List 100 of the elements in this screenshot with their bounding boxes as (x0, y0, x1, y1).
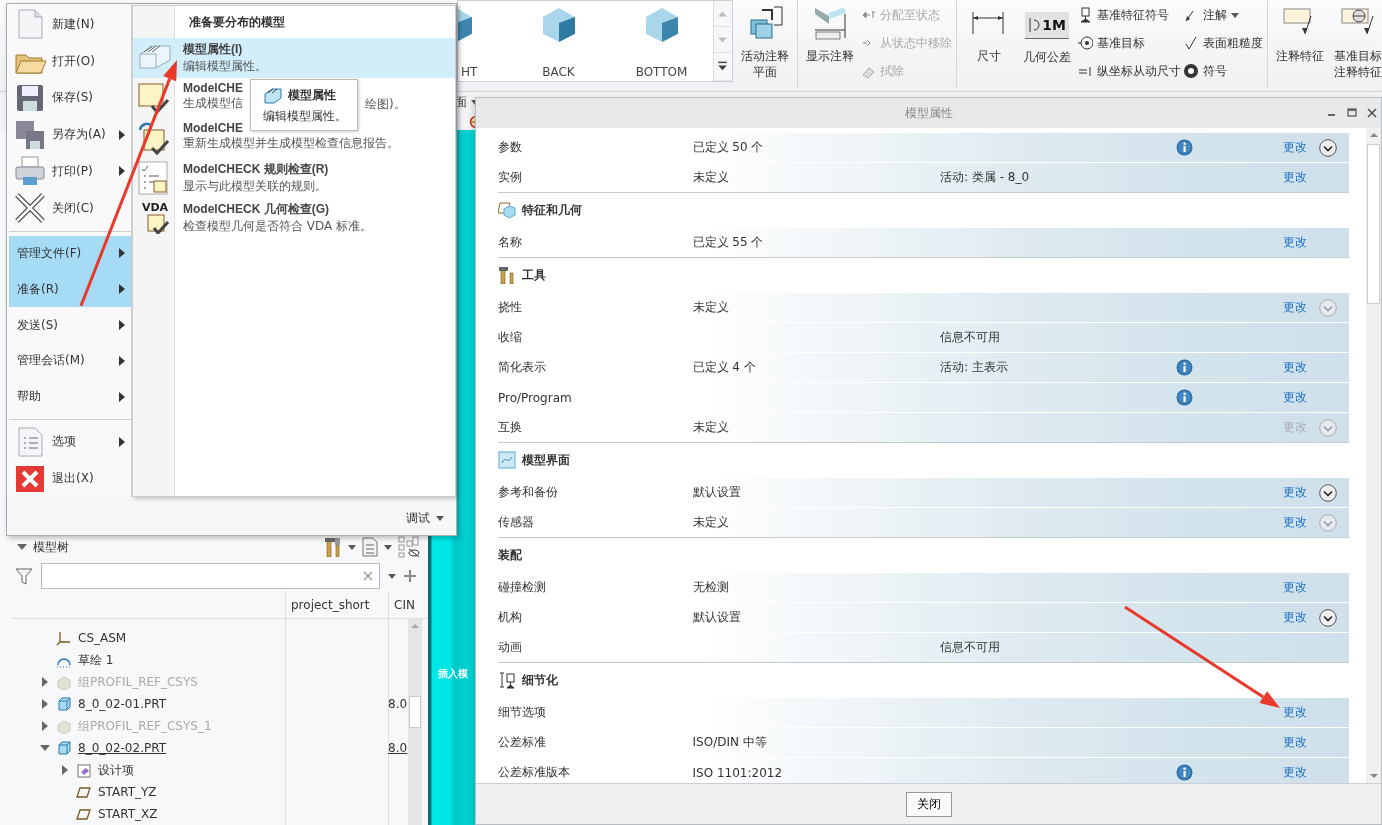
menu-item[interactable]: 帮助 (9, 378, 131, 415)
expand-icon[interactable] (1319, 138, 1338, 157)
change-link[interactable]: 更改 (1283, 580, 1308, 594)
dropdown-icon (388, 573, 396, 579)
menu-item[interactable]: 模型属性(I) 编辑模型属性。 (133, 38, 455, 78)
ribbon-button[interactable]: 注释特征 (1272, 0, 1328, 88)
ribbon-button[interactable]: 符号 (1183, 60, 1263, 82)
menu-item[interactable]: 管理会话(M) (9, 342, 131, 379)
change-link[interactable]: 更改 (1283, 610, 1308, 624)
caret-icon (1231, 12, 1239, 18)
menu-item[interactable]: 打开(O) (9, 42, 131, 80)
scrollbar[interactable] (408, 619, 422, 825)
property-label: 挠性 (498, 300, 522, 314)
property-label: 参数 (498, 140, 522, 154)
tree-item[interactable]: 设计项 (98, 761, 134, 779)
debug-dropdown[interactable]: 调试 (406, 510, 444, 527)
property-value: 默认设置 (692, 610, 741, 624)
menu-item[interactable]: 保存(S) (9, 79, 131, 117)
property-label: 公差标准 (498, 735, 546, 749)
tree-item[interactable]: 8_0_02-02.PRT (78, 741, 166, 755)
scrollbar[interactable] (1366, 128, 1381, 783)
property-label: 碰撞检测 (498, 580, 546, 594)
filter-icon (15, 567, 33, 585)
ribbon-button[interactable]: 活动注释平面 (737, 0, 793, 88)
menu-item[interactable]: 另存为(A) (9, 116, 131, 154)
change-link[interactable]: 更改 (1283, 360, 1308, 374)
table-cell: 8.0 (388, 741, 408, 755)
menu-item[interactable]: 发送(S) (9, 307, 131, 343)
folder-icon (76, 762, 92, 778)
menu-item[interactable]: 管理文件(F) (9, 235, 131, 272)
view-orientation-item[interactable]: BACK (507, 1, 610, 81)
ribbon-button[interactable]: 基准特征符号 (1077, 4, 1181, 26)
expand-icon[interactable] (40, 699, 50, 709)
ribbon-button[interactable]: 基准目标 (1077, 32, 1181, 54)
tree-item[interactable]: 草绘 1 (78, 651, 114, 669)
menu-item[interactable]: 退出(X) (9, 460, 131, 498)
menu-item[interactable]: 关闭(C) (9, 189, 131, 227)
tree-filter-icon (398, 536, 420, 558)
tree-item[interactable]: CS_ASM (78, 631, 127, 645)
model-interface-icon (498, 451, 516, 469)
ribbon-button[interactable]: 显示注释 (802, 0, 858, 88)
ribbon-button[interactable]: 1M 几何公差 (1019, 0, 1075, 88)
menu-item[interactable]: ModelCHE 生成模型信 (175, 78, 243, 118)
change-link[interactable]: 更改 (1283, 765, 1308, 779)
expand-icon[interactable] (60, 765, 70, 775)
expand-icon[interactable] (1319, 608, 1338, 627)
check-icon (136, 80, 172, 116)
change-link[interactable]: 更改 (1283, 485, 1308, 499)
tools-icon (498, 266, 516, 284)
submenu-arrow-icon (119, 436, 125, 447)
ribbon-button[interactable]: 尺寸 (961, 0, 1017, 88)
model-properties-icon (263, 86, 283, 104)
tree-item[interactable]: 8_0_02-01.PRT (78, 697, 166, 711)
menu-item[interactable]: 打印(P) (9, 153, 131, 190)
ribbon-button[interactable]: 纵坐标从动尺寸 (1077, 60, 1181, 82)
info-icon[interactable] (1176, 389, 1194, 406)
ribbon-button[interactable]: 表面粗糙度 (1183, 32, 1263, 54)
ribbon-button[interactable]: 注解 (1183, 4, 1263, 26)
info-icon[interactable] (1176, 764, 1194, 781)
info-icon[interactable] (1176, 139, 1194, 156)
section-title: 模型界面 (522, 451, 570, 469)
menu-item[interactable]: 选项 (9, 423, 131, 461)
tree-item[interactable]: START_XZ (98, 807, 158, 821)
property-value: 无检测 (692, 580, 729, 594)
part-icon (56, 696, 72, 712)
close-button[interactable]: 关闭 (905, 791, 952, 817)
scrollbar-thumb[interactable] (1367, 144, 1380, 304)
change-link[interactable]: 更改 (1283, 705, 1308, 719)
section-title: 特征和几何 (522, 201, 582, 219)
change-link[interactable]: 更改 (1283, 300, 1308, 314)
change-link[interactable]: 更改 (1283, 140, 1308, 154)
part-icon (56, 740, 72, 756)
detailing-icon (498, 671, 516, 689)
group-icon (56, 674, 72, 690)
change-link[interactable]: 更改 (1283, 515, 1308, 529)
change-link[interactable]: 更改 (1283, 235, 1308, 249)
column-header[interactable]: CIN (389, 591, 421, 618)
caret-icon (348, 544, 356, 550)
roughness-icon (1183, 35, 1199, 51)
search-field[interactable] (41, 563, 380, 589)
column-header[interactable]: project_short (286, 591, 389, 618)
view-orientation-item[interactable]: BOTTOM (610, 1, 713, 81)
menu-item[interactable]: 准备(R) (9, 271, 131, 308)
change-link[interactable]: 更改 (1283, 170, 1308, 184)
collapse-icon[interactable] (40, 743, 50, 753)
property-label: 收缩 (498, 330, 522, 344)
panel-header[interactable]: 模型树 (17, 538, 69, 556)
property-label: 动画 (498, 640, 522, 654)
menu-item[interactable]: ModelCHECK 规则检查(R) 显示与此模型关联的规则。 (175, 158, 329, 198)
tree-item[interactable]: START_YZ (98, 785, 157, 799)
info-icon[interactable] (1176, 359, 1194, 376)
ribbon-button[interactable]: 基准目标注释特征 (1330, 0, 1382, 88)
menu-item[interactable]: ModelCHECK 几何检查(G) 检查模型几何是否符合 VDA 标准。 (175, 198, 373, 238)
property-label: Pro/Program (498, 390, 572, 405)
change-link[interactable]: 更改 (1283, 735, 1308, 749)
expand-icon[interactable] (1319, 483, 1338, 502)
menu-item[interactable]: 新建(N) (9, 6, 131, 43)
change-link[interactable]: 更改 (1283, 390, 1308, 404)
add-icon (404, 570, 416, 582)
scrollbar-thumb[interactable] (409, 696, 421, 728)
